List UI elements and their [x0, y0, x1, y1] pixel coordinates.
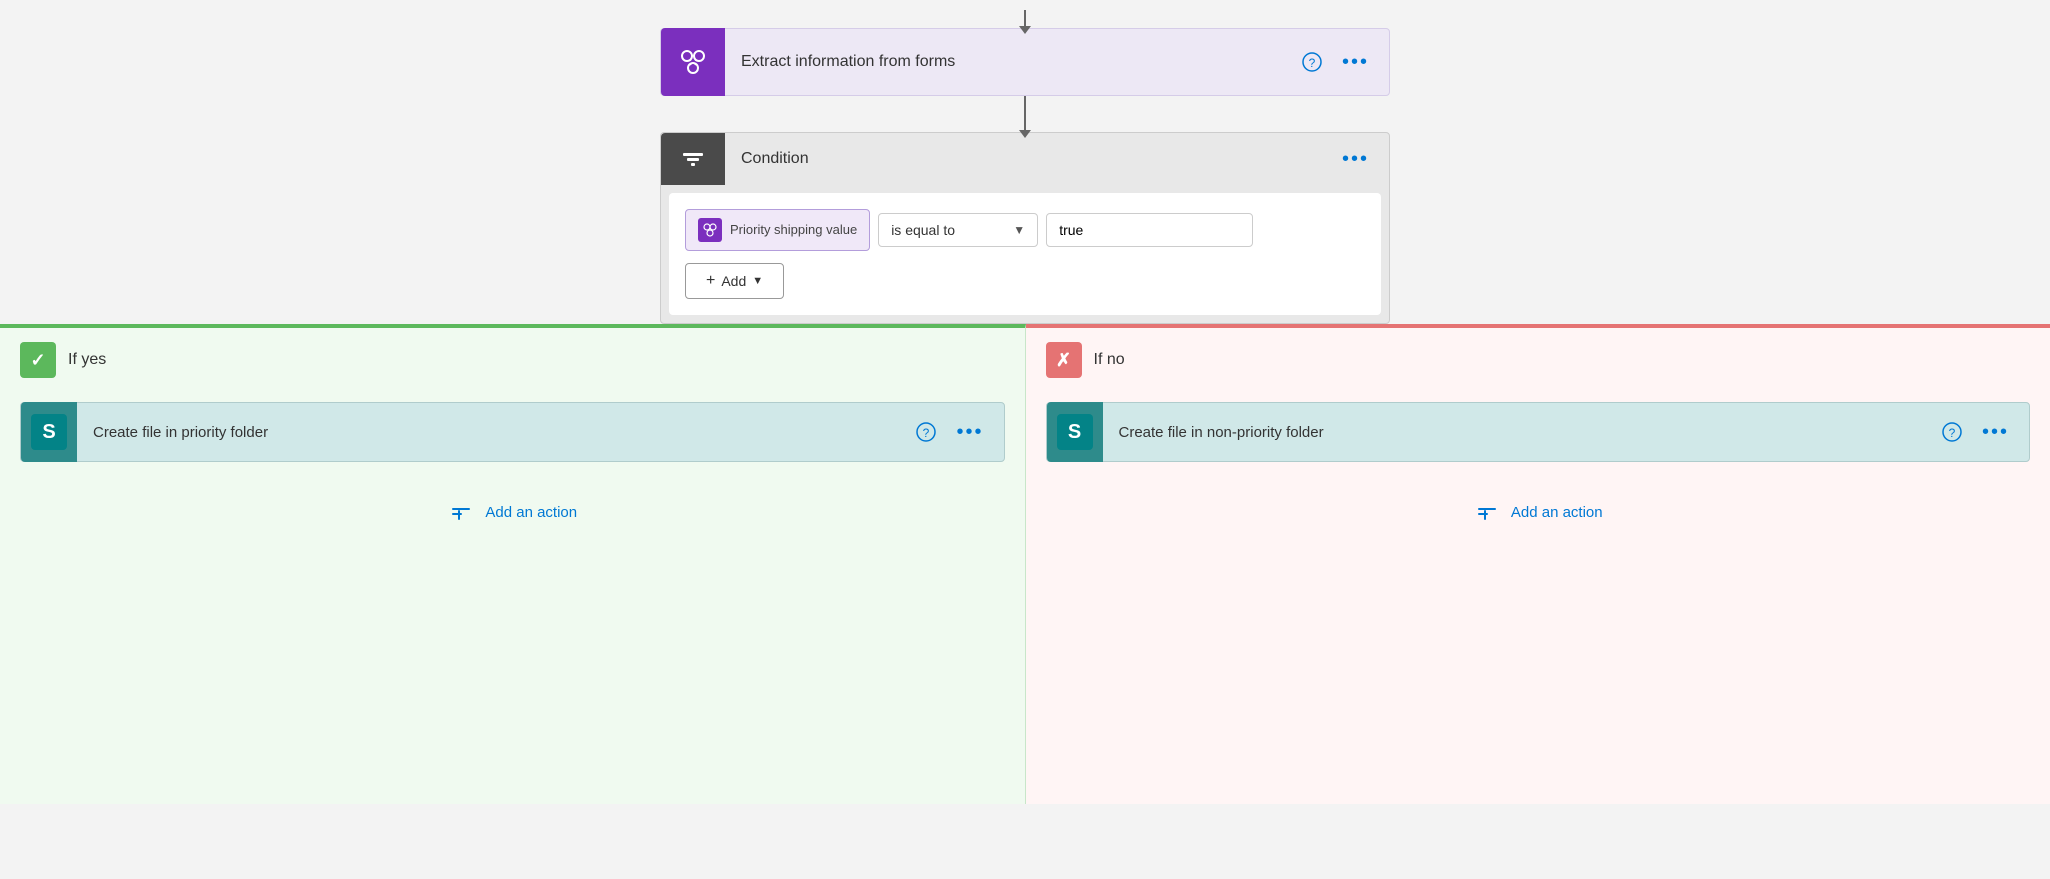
add-action-no-icon	[1473, 498, 1501, 526]
add-action-yes-button[interactable]: Add an action	[0, 482, 1025, 542]
chevron-down-icon: ▼	[1013, 223, 1025, 237]
extract-card-actions: ? •••	[1298, 47, 1389, 78]
flow-canvas: Extract information from forms ? •••	[0, 0, 2050, 879]
action-priority-title: Create file in priority folder	[77, 424, 912, 441]
branch-yes-label: If yes	[68, 351, 106, 369]
operator-value: is equal to	[891, 222, 955, 238]
connector-arrow-top	[1024, 10, 1026, 28]
x-icon: ✗	[1046, 342, 1082, 378]
condition-chip[interactable]: Priority shipping value	[685, 209, 870, 251]
condition-icon	[661, 133, 725, 185]
sharepoint-icon-yes: S	[21, 402, 77, 462]
branch-no: ✗ If no S Create file in non-priority fo…	[1026, 324, 2050, 804]
connector-arrow-1	[1024, 96, 1026, 132]
action-priority-actions: ? •••	[912, 417, 1003, 448]
add-action-yes-label: Add an action	[485, 504, 577, 521]
condition-add-row: + Add ▼	[685, 263, 1365, 299]
svg-text:?: ?	[1309, 56, 1316, 70]
action-non-priority-title: Create file in non-priority folder	[1103, 424, 1938, 441]
extract-card-icon	[661, 28, 725, 96]
add-action-no-label: Add an action	[1511, 504, 1603, 521]
branch-no-header: ✗ If no	[1026, 328, 2050, 392]
add-label: Add	[721, 273, 746, 289]
condition-header: Condition •••	[661, 133, 1389, 185]
add-chevron-icon: ▼	[752, 275, 763, 287]
add-action-yes-icon	[447, 498, 475, 526]
extract-help-button[interactable]: ?	[1298, 48, 1326, 76]
action-priority-more-button[interactable]: •••	[952, 417, 987, 448]
plus-icon: +	[706, 272, 715, 290]
sharepoint-icon-no: S	[1047, 402, 1103, 462]
condition-row: Priority shipping value is equal to ▼	[685, 209, 1365, 251]
action-card-non-priority: S Create file in non-priority folder ? •…	[1046, 402, 2031, 462]
condition-body: Priority shipping value is equal to ▼ + …	[669, 193, 1381, 315]
add-action-no-button[interactable]: Add an action	[1026, 482, 2050, 542]
condition-add-button[interactable]: + Add ▼	[685, 263, 784, 299]
action-priority-help-button[interactable]: ?	[912, 418, 940, 446]
svg-text:?: ?	[923, 426, 930, 440]
chip-extract-icon	[698, 218, 722, 242]
action-non-priority-more-button[interactable]: •••	[1978, 417, 2013, 448]
extract-more-button[interactable]: •••	[1338, 47, 1373, 78]
condition-operator-select[interactable]: is equal to ▼	[878, 213, 1038, 247]
condition-value-input[interactable]	[1046, 213, 1253, 247]
extract-card-title: Extract information from forms	[725, 53, 1298, 71]
branch-no-label: If no	[1094, 351, 1125, 369]
condition-card: Condition ••• Priority shipping value	[660, 132, 1390, 324]
action-non-priority-actions: ? •••	[1938, 417, 2029, 448]
chip-label: Priority shipping value	[730, 222, 857, 238]
branch-container: ✓ If yes S Create file in priority folde…	[0, 324, 2050, 804]
condition-more-button[interactable]: •••	[1338, 144, 1373, 175]
action-non-priority-help-button[interactable]: ?	[1938, 418, 1966, 446]
branch-yes: ✓ If yes S Create file in priority folde…	[0, 324, 1026, 804]
condition-title: Condition	[725, 150, 1338, 168]
svg-text:?: ?	[1949, 426, 1956, 440]
action-card-priority: S Create file in priority folder ? •••	[20, 402, 1005, 462]
extract-card: Extract information from forms ? •••	[660, 28, 1390, 96]
checkmark-icon: ✓	[20, 342, 56, 378]
branch-yes-header: ✓ If yes	[0, 328, 1025, 392]
